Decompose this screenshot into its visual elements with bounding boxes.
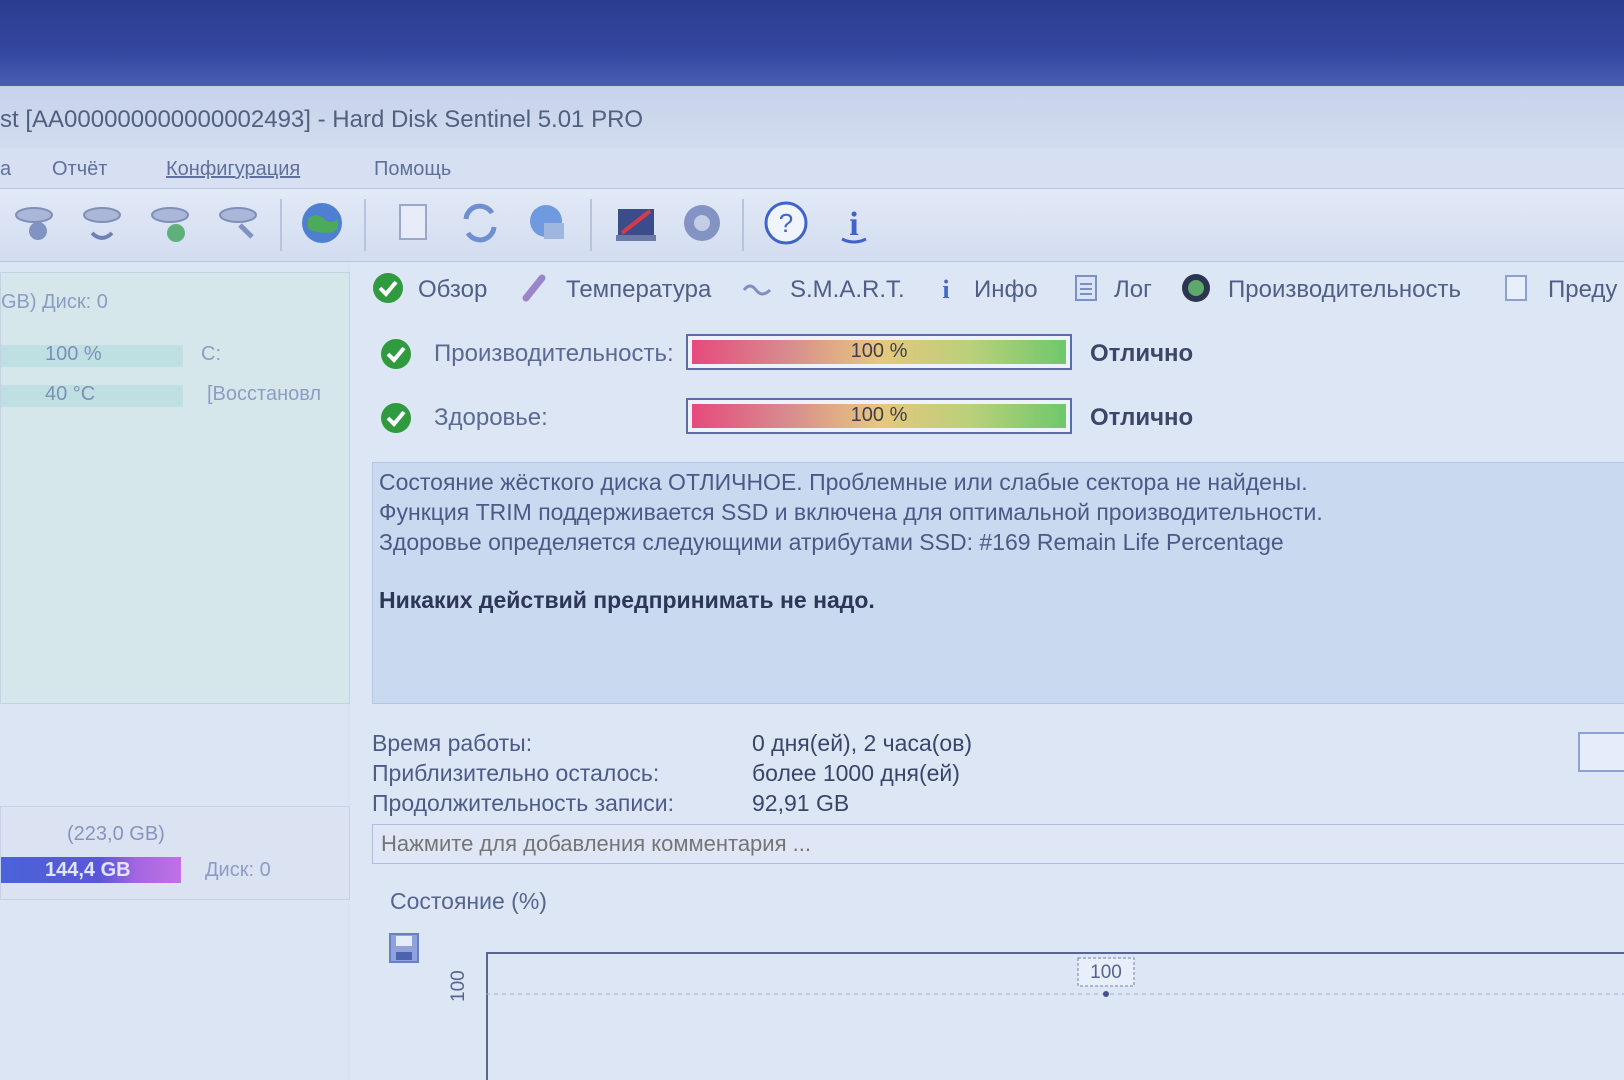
volume-card[interactable]: (223,0 GB) 144,4 GB Диск: 0 [0, 806, 350, 900]
report-icon[interactable] [390, 199, 438, 247]
volume-used: 144,4 GB [45, 859, 131, 881]
health-value: 100 % [850, 404, 908, 426]
health-label: Здоровье: [434, 404, 548, 431]
written-label: Продолжительность записи: [372, 790, 674, 816]
comment-input[interactable] [372, 824, 1624, 864]
alerts-icon [1505, 275, 1527, 301]
menu-item-help[interactable]: Помощь [374, 158, 451, 181]
menu-item-file[interactable]: a [0, 158, 11, 181]
tab-performance[interactable]: Производительность [1228, 276, 1461, 304]
info-icon: i [942, 275, 949, 304]
disk-check-icon[interactable] [146, 199, 194, 247]
window-title: st [AA000000000000002493] - Hard Disk Se… [0, 106, 644, 133]
status-chart: 100 [486, 952, 1624, 1080]
benchmark-icon[interactable] [612, 199, 660, 247]
performance-value: 100 % [850, 340, 908, 362]
overview-panel: Обзор Температура S.M.A.R.T. i Инфо Лог [350, 262, 1624, 1080]
about-info-icon[interactable]: i [830, 199, 878, 247]
disk-status-text: [Восстановл [207, 383, 322, 405]
disk-refresh-icon[interactable] [78, 199, 126, 247]
disk-health-value: 100 % [45, 343, 102, 365]
save-icon[interactable] [386, 930, 422, 966]
thermometer-icon [522, 274, 546, 302]
svg-text:i: i [942, 275, 949, 304]
performance-rating: Отлично [1090, 340, 1194, 367]
disk-header: GB) Диск: 0 [1, 291, 108, 313]
performance-icon [1182, 274, 1210, 302]
title-bar: st [AA000000000000002493] - Hard Disk Se… [0, 86, 1624, 156]
remaining-value: более 1000 дня(ей) [752, 760, 960, 786]
toolbar-separator [364, 199, 366, 251]
tab-temperature[interactable]: Температура [566, 276, 711, 304]
network-icon[interactable] [524, 199, 572, 247]
tab-overview[interactable]: Обзор [418, 276, 487, 304]
disk-tool-icon[interactable] [10, 199, 58, 247]
toolbar-separator [742, 199, 744, 251]
smart-icon [742, 284, 772, 296]
volume-size: (223,0 GB) [67, 823, 165, 845]
message-line-1: Состояние жёсткого диска ОТЛИЧНОЕ. Пробл… [379, 469, 1308, 495]
check-icon [381, 403, 411, 433]
tab-smart[interactable]: S.M.A.R.T. [790, 276, 905, 304]
side-button[interactable] [1578, 732, 1624, 772]
svg-text:i: i [849, 206, 858, 243]
help-icon[interactable]: ? [762, 199, 810, 247]
uptime-value: 0 дня(ей), 2 часа(ов) [752, 730, 973, 756]
status-message-box: Состояние жёсткого диска ОТЛИЧНОЕ. Пробл… [372, 462, 1624, 704]
health-row: Здоровье: 100 % Отлично [350, 394, 1624, 444]
check-icon [373, 273, 403, 303]
chart-title: Состояние (%) [390, 888, 547, 914]
toolbar-separator [280, 199, 282, 251]
health-rating: Отлично [1090, 404, 1194, 431]
sound-icon[interactable] [678, 199, 726, 247]
log-icon [1075, 275, 1097, 301]
chart-y-tick: 100 [448, 970, 469, 1002]
disk-settings-icon[interactable] [214, 199, 262, 247]
health-meter: 100 % [686, 398, 1072, 434]
remaining-label: Приблизительно осталось: [372, 760, 660, 786]
message-line-2: Функция TRIM поддерживается SSD и включе… [379, 499, 1323, 525]
message-line-3: Здоровье определяется следующими атрибут… [379, 529, 1284, 555]
app-window: st [AA000000000000002493] - Hard Disk Se… [0, 86, 1624, 1080]
check-icon [381, 339, 411, 369]
globe-icon[interactable] [298, 199, 346, 247]
performance-row: Производительность: 100 % Отлично [350, 330, 1624, 380]
chart-point [1103, 991, 1109, 997]
volume-disk-label: Диск: 0 [205, 859, 271, 881]
menu-item-configuration[interactable]: Конфигурация [166, 158, 300, 181]
tab-log[interactable]: Лог [1114, 276, 1152, 304]
tab-alerts[interactable]: Преду [1548, 276, 1617, 304]
tab-bar: Обзор Температура S.M.A.R.T. i Инфо Лог [350, 262, 1624, 318]
tab-info[interactable]: Инфо [974, 276, 1038, 304]
drive-letter: C: [201, 343, 221, 365]
uptime-label: Время работы: [372, 730, 533, 756]
written-value: 92,91 GB [752, 790, 850, 816]
performance-label: Производительность: [434, 340, 674, 367]
svg-text:?: ? [779, 208, 793, 238]
disk-card[interactable]: GB) Диск: 0 100 % C: 40 °C [Восстановл [0, 272, 350, 704]
toolbar-separator [590, 199, 592, 251]
message-action: Никаких действий предпринимать не надо. [379, 587, 875, 613]
menu-item-report[interactable]: Отчёт [52, 158, 107, 181]
chart-point-label: 100 [1090, 962, 1122, 983]
toolbar: ? i [0, 188, 1624, 262]
menu-bar: a Отчёт Конфигурация Помощь [0, 148, 1624, 188]
disk-temperature-value: 40 °C [45, 383, 96, 405]
performance-meter: 100 % [686, 334, 1072, 370]
refresh-icon[interactable] [456, 199, 504, 247]
disk-list-panel: GB) Диск: 0 100 % C: 40 °C [Восстановл (… [0, 262, 350, 1080]
